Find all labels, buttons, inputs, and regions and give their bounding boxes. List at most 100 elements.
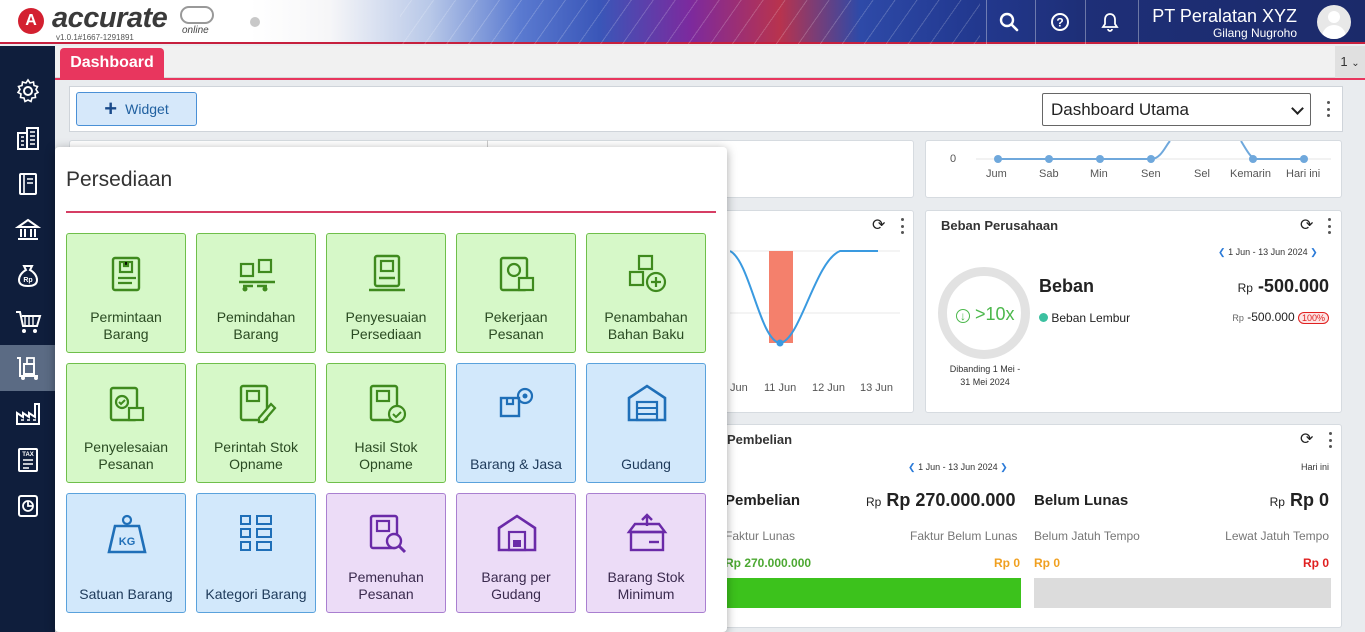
beban-period[interactable]: ❮ 1 Jun - 13 Jun 2024 ❯ (1218, 247, 1318, 258)
tile-perintah-stok-opname[interactable]: Perintah Stok Opname (196, 363, 316, 483)
tile-label: Penambahan (604, 309, 688, 325)
pembelian-period[interactable]: ❮ 1 Jun - 13 Jun 2024 ❯ (908, 462, 1008, 473)
tile-barang-per-gudang[interactable]: Barang per Gudang (456, 493, 576, 613)
add-widget-label: Widget (125, 101, 169, 117)
x-tick: Hari ini (1286, 168, 1321, 180)
ratio-text: >10x (975, 304, 1015, 324)
accurate-logo-icon: A (18, 8, 44, 34)
not-due-value: Rp 0 (1034, 556, 1061, 570)
chevron-left-icon[interactable]: ❮ (1218, 247, 1226, 257)
tab-dashboard[interactable]: Dashboard (60, 48, 164, 78)
toolbar-menu-icon[interactable] (1326, 101, 1330, 117)
plus-icon: + (104, 96, 118, 121)
tile-penyelesaian-pesanan[interactable]: Penyelesaian Pesanan (66, 363, 186, 483)
svg-text:KG: KG (119, 536, 136, 548)
tile-satuan-barang[interactable]: KG Satuan Barang (66, 493, 186, 613)
goods-per-warehouse-icon (497, 514, 537, 552)
notification-bell-icon[interactable] (1100, 12, 1120, 32)
beban-period-text: 1 Jun - 13 Jun 2024 (1228, 247, 1308, 257)
search-icon[interactable] (999, 12, 1019, 32)
tile-hasil-stok-opname[interactable]: Hasil Stok Opname (326, 363, 446, 483)
chevron-left-icon[interactable]: ❮ (908, 462, 916, 472)
paid-progress-bar (725, 578, 1021, 608)
goods-services-icon (499, 387, 534, 418)
inventory-cart-icon[interactable] (0, 345, 55, 391)
pembelian-title: Pembelian (727, 432, 793, 447)
refresh-icon[interactable]: ⟳ (1300, 215, 1313, 235)
widget-menu-icon[interactable] (1328, 432, 1332, 448)
tile-label: Pesanan (98, 456, 154, 472)
tile-kategori-barang[interactable]: Kategori Barang (196, 493, 316, 613)
company-name[interactable]: PT Peralatan XYZ (1152, 6, 1297, 27)
tab-bar (55, 46, 1365, 78)
paid-value: Rp 270.000.000 (725, 556, 812, 570)
cloud-icon (180, 6, 214, 24)
percent-badge: 100% (1297, 312, 1329, 324)
chevron-down-icon: ⌄ (1351, 58, 1360, 69)
tile-barang-jasa[interactable]: Barang & Jasa (456, 363, 576, 483)
tile-label: Opname (359, 456, 413, 472)
tile-barang-stok-minimum[interactable]: Barang Stok Minimum (586, 493, 706, 613)
svg-text:?: ? (1056, 16, 1063, 30)
chevron-right-icon[interactable]: ❯ (1310, 247, 1318, 257)
ledger-book-icon[interactable] (0, 161, 55, 207)
widget-menu-icon[interactable] (1327, 218, 1331, 234)
tile-label: Barang (103, 326, 149, 342)
mid-line-chart (730, 250, 900, 347)
tile-gudang[interactable]: Gudang (586, 363, 706, 483)
x-tick: Min (1090, 168, 1108, 180)
x-tick: Kemarin (1230, 168, 1271, 180)
tile-penambahan-bahan-baku[interactable]: Penambahan Bahan Baku (586, 233, 706, 353)
factory-icon[interactable] (0, 391, 55, 437)
x-tick: Sel (1194, 168, 1210, 180)
currency-label: Rp (1237, 281, 1253, 295)
paid-progress-fill (725, 578, 1021, 608)
item-request-icon (111, 256, 141, 292)
today-label: Hari ini (1300, 462, 1329, 472)
settings-icon[interactable] (0, 68, 55, 114)
tile-penyesuaian-persediaan[interactable]: Penyesuaian Persediaan (326, 233, 446, 353)
app-logo-subtitle: online (182, 25, 209, 36)
shopping-cart-icon[interactable] (0, 299, 55, 345)
user-name[interactable]: Gilang Nugroho (1213, 26, 1297, 40)
tile-label: Pemindahan (216, 309, 296, 325)
tile-permintaan-barang[interactable]: Permintaan Barang (66, 233, 186, 353)
tab-count[interactable]: 1 ⌄ (1335, 46, 1365, 78)
tax-document-icon[interactable]: TAX (0, 437, 55, 483)
refresh-icon[interactable]: ⟳ (872, 215, 885, 235)
tile-label: Kategori Barang (205, 586, 307, 602)
tile-pemenuhan-pesanan[interactable]: Pemenuhan Pesanan (326, 493, 446, 613)
x-tick: 11 Jun (764, 382, 797, 394)
tile-pekerjaan-pesanan[interactable]: Pekerjaan Pesanan (456, 233, 576, 353)
bank-icon[interactable] (0, 207, 55, 253)
pembelian-period-text: 1 Jun - 13 Jun 2024 (918, 462, 998, 472)
chart-bar (769, 251, 793, 343)
x-tick: Sen (1141, 168, 1161, 180)
tile-pemindahan-barang[interactable]: Pemindahan Barang (196, 233, 316, 353)
avatar[interactable] (1317, 5, 1351, 39)
currency-label: Rp (866, 495, 882, 509)
add-material-icon (628, 254, 667, 293)
beban-item-name: Beban Lembur (1051, 311, 1131, 325)
help-icon[interactable]: ? (1050, 12, 1070, 32)
beban-item[interactable]: Beban Lembur (1039, 311, 1130, 325)
tile-label: Minimum (617, 586, 675, 602)
compare-text: Dibanding 1 Mei - 31 Mei 2024 (930, 363, 1040, 389)
dashboard-select[interactable]: Dashboard Utama (1042, 93, 1311, 126)
add-widget-button[interactable]: + Widget (76, 92, 197, 126)
chevron-right-icon[interactable]: ❯ (1000, 462, 1008, 472)
widget-menu-icon[interactable] (900, 218, 904, 234)
report-chart-icon[interactable] (0, 483, 55, 529)
refresh-icon[interactable]: ⟳ (1300, 429, 1313, 449)
money-bag-icon[interactable]: Rp (0, 253, 55, 299)
compare-line1: Dibanding 1 Mei - (949, 364, 1021, 374)
currency-label: Rp (1269, 495, 1285, 509)
not-due-label: Belum Jatuh Tempo (1034, 529, 1140, 543)
unpaid-invoice-value: Rp 0 (994, 556, 1021, 570)
tile-label: Satuan Barang (79, 586, 173, 602)
company-building-icon[interactable] (0, 115, 55, 161)
svg-text:TAX: TAX (22, 452, 34, 458)
tab-underline (55, 78, 1365, 80)
x-tick: 13 Jun (860, 382, 894, 394)
order-completion-icon (109, 386, 145, 422)
